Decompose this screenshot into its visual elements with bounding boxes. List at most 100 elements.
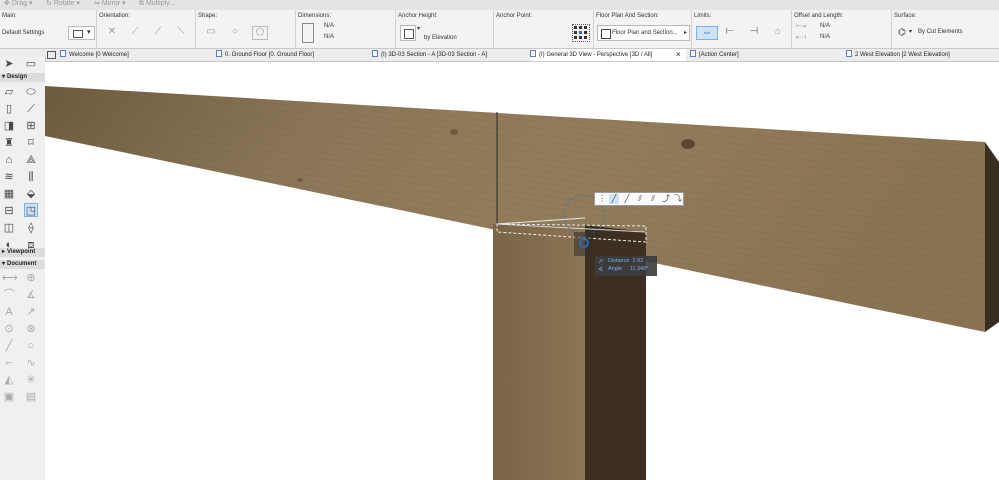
tracker-angle[interactable]: Angle 11.348° — [608, 266, 648, 272]
dimension-height-field[interactable]: N/A — [324, 34, 334, 40]
document-group-header[interactable]: ▾ Document — [0, 260, 45, 269]
favorites-button[interactable]: ▾ — [68, 26, 95, 40]
morph-tool-icon[interactable]: ⬙ — [24, 187, 38, 201]
slab-tool-icon[interactable]: ⬭ — [24, 85, 38, 99]
surface-value[interactable]: By Cut Elements — [918, 29, 963, 35]
beam-tool-icon[interactable]: ⟋ — [24, 102, 38, 116]
default-settings-link[interactable]: Default Settings — [2, 30, 44, 36]
tab-overview-icon[interactable] — [47, 51, 56, 59]
surface-icon: ⌬ — [898, 27, 906, 37]
close-tab-icon[interactable]: × — [676, 49, 681, 61]
length-field[interactable]: N/A — [820, 34, 830, 40]
window-tool-icon[interactable]: ⊞ — [24, 119, 38, 133]
line-tool-icon[interactable]: ╱ — [2, 339, 16, 353]
panel-tool-icon[interactable]: ◫ — [2, 221, 16, 235]
radial-dimension-tool-icon[interactable]: ⌒ — [2, 288, 16, 302]
spline-tool-icon[interactable]: ∿ — [24, 356, 38, 370]
marker-tool-icon[interactable]: ⊙ — [2, 322, 16, 336]
text-tool-icon[interactable]: A — [2, 305, 16, 319]
tracker-distance[interactable]: Distance 2.92 — [608, 258, 643, 264]
rotate-tool[interactable]: ↻ Rotate ▾ — [46, 0, 80, 10]
distance-icon: ↗ — [598, 259, 604, 265]
chevron-down-icon[interactable]: ▾ — [417, 25, 420, 32]
floorplan-settings-button[interactable]: Floor Plan and Section... ▸ — [597, 25, 690, 41]
door-tool-icon[interactable]: ◨ — [2, 119, 16, 133]
zone-tool-icon[interactable]: ⌑ — [24, 136, 38, 150]
pet-rectangle-icon[interactable]: ⫽ — [635, 194, 645, 204]
shape-custom-icon[interactable]: ⬠ — [252, 26, 268, 40]
multiply-tool[interactable]: ⧉ Multiply... — [139, 0, 175, 10]
post-front-face[interactable] — [493, 224, 585, 480]
angle-dimension-tool-icon[interactable]: ∡ — [24, 288, 38, 302]
action-center-icon — [690, 50, 696, 57]
limits-end-icon[interactable]: ⊣ — [747, 26, 761, 38]
anchor-height-button[interactable] — [400, 25, 416, 41]
stair-tool-icon[interactable]: ≋ — [2, 170, 16, 184]
3d-model-render — [45, 86, 999, 480]
surface-section: Surface: ⌬ ▾ By Cut Elements — [894, 13, 963, 37]
tab-west-elevation[interactable]: 2 West Elevation [2 West Elevation] — [846, 49, 996, 61]
offset-field[interactable]: N/A — [820, 23, 830, 29]
figure-tool-icon[interactable]: ▣ — [2, 390, 16, 404]
favorites-icon — [73, 30, 83, 38]
member-tool-icon[interactable]: ◳ — [24, 203, 38, 217]
column-tool-icon[interactable]: ▯ — [2, 102, 16, 116]
grid-tool-icon[interactable]: ⊛ — [24, 322, 38, 336]
info-box: Main: Default Settings ▾ Orientation: ✕ … — [0, 10, 999, 49]
railing-tool-icon[interactable]: ⫼ — [24, 170, 38, 184]
hotspot-tool-icon[interactable]: ✳ — [24, 373, 38, 387]
orientation-slanted-2-icon[interactable]: ⟋ — [151, 26, 165, 38]
mesh-tool-icon[interactable]: ⊟ — [2, 204, 16, 218]
circle-tool-icon[interactable]: ○ — [24, 339, 38, 353]
level-dimension-tool-icon[interactable]: ⊕ — [24, 271, 38, 285]
design-group-header[interactable]: ▾ Design — [0, 73, 45, 82]
shape-rectangle-icon[interactable]: ▭ — [204, 26, 218, 38]
anchor-point-grid[interactable] — [572, 24, 590, 42]
orientation-slanted-icon[interactable]: ⟋ — [128, 26, 142, 38]
limits-roof-icon[interactable]: ⌂ — [771, 26, 785, 38]
section-icon — [372, 50, 378, 57]
dimension-tool-icon[interactable]: ⟷ — [2, 271, 18, 285]
curtain-wall-tool-icon[interactable]: ▦ — [2, 187, 16, 201]
tab-section-a[interactable]: (I) 3D-03 Section - A [3D-03 Section - A… — [372, 49, 524, 61]
shape-circle-icon[interactable]: ○ — [228, 26, 242, 38]
chevron-right-icon: ▸ — [684, 30, 688, 36]
anchor-height-icon — [404, 29, 414, 39]
wood-knot — [681, 139, 695, 149]
tab-3d-view[interactable]: (I) General 3D View - Perspective [3D / … — [530, 49, 686, 61]
pet-spline-icon[interactable]: ⤵ — [673, 194, 683, 204]
pet-chain-icon[interactable]: ╱ — [622, 194, 632, 204]
orientation-vertical-icon[interactable]: ⟍ — [174, 26, 188, 38]
skylight-tool-icon[interactable]: ⟠ — [24, 221, 38, 235]
drawing-tool-icon[interactable]: ▤ — [24, 390, 38, 404]
3d-viewport[interactable]: ⋮ ╱ ╱ ⫽ ⫽ ⤴ ⤵ ↗ Distance 2.92 ∢ Angle 11… — [45, 62, 999, 480]
beam-end-face — [985, 142, 999, 332]
pet-single-icon[interactable]: ╱ — [609, 194, 619, 204]
tab-ground-floor[interactable]: 0. Ground Floor [0. Ground Floor] — [216, 49, 366, 61]
viewpoint-group-header[interactable]: ▸ Viewpoint — [0, 248, 45, 257]
object-tool-icon[interactable]: ♜ — [2, 136, 16, 150]
wall-tool-icon[interactable]: ▱ — [2, 85, 16, 99]
view-icon — [60, 50, 66, 57]
mirror-tool[interactable]: ⇋ Mirror ▾ — [94, 0, 126, 10]
chevron-down-icon[interactable]: ▾ — [909, 28, 912, 35]
arrow-tool-icon[interactable]: ➤ — [2, 57, 16, 71]
shell-tool-icon[interactable]: ⟁ — [24, 153, 38, 167]
label-tool-icon[interactable]: ↗ — [24, 305, 38, 319]
tab-action-center[interactable]: [Action Center] — [690, 49, 840, 61]
dimension-width-field[interactable]: N/A — [324, 23, 334, 29]
limits-none-icon[interactable]: ⇔ — [696, 26, 718, 40]
marquee-tool-icon[interactable]: ▭ — [24, 57, 38, 71]
drag-tool[interactable]: ✥ Drag ▾ — [4, 0, 32, 10]
chevron-down-icon: ▾ — [2, 261, 6, 267]
pet-curved-icon[interactable]: ⤴ — [661, 194, 671, 204]
orientation-horizontal-icon[interactable]: ✕ — [105, 26, 119, 38]
chevron-down-icon: ▾ — [2, 74, 6, 80]
pet-rotated-icon[interactable]: ⫽ — [648, 194, 658, 204]
fill-tool-icon[interactable]: ◭ — [2, 373, 16, 387]
limits-start-icon[interactable]: ⊢ — [723, 26, 737, 38]
tab-welcome[interactable]: Welcome [0 Welcome] — [60, 49, 210, 61]
floorplan-icon — [216, 50, 222, 57]
polyline-tool-icon[interactable]: ⌐ — [2, 356, 16, 370]
roof-tool-icon[interactable]: ⌂ — [2, 153, 16, 167]
